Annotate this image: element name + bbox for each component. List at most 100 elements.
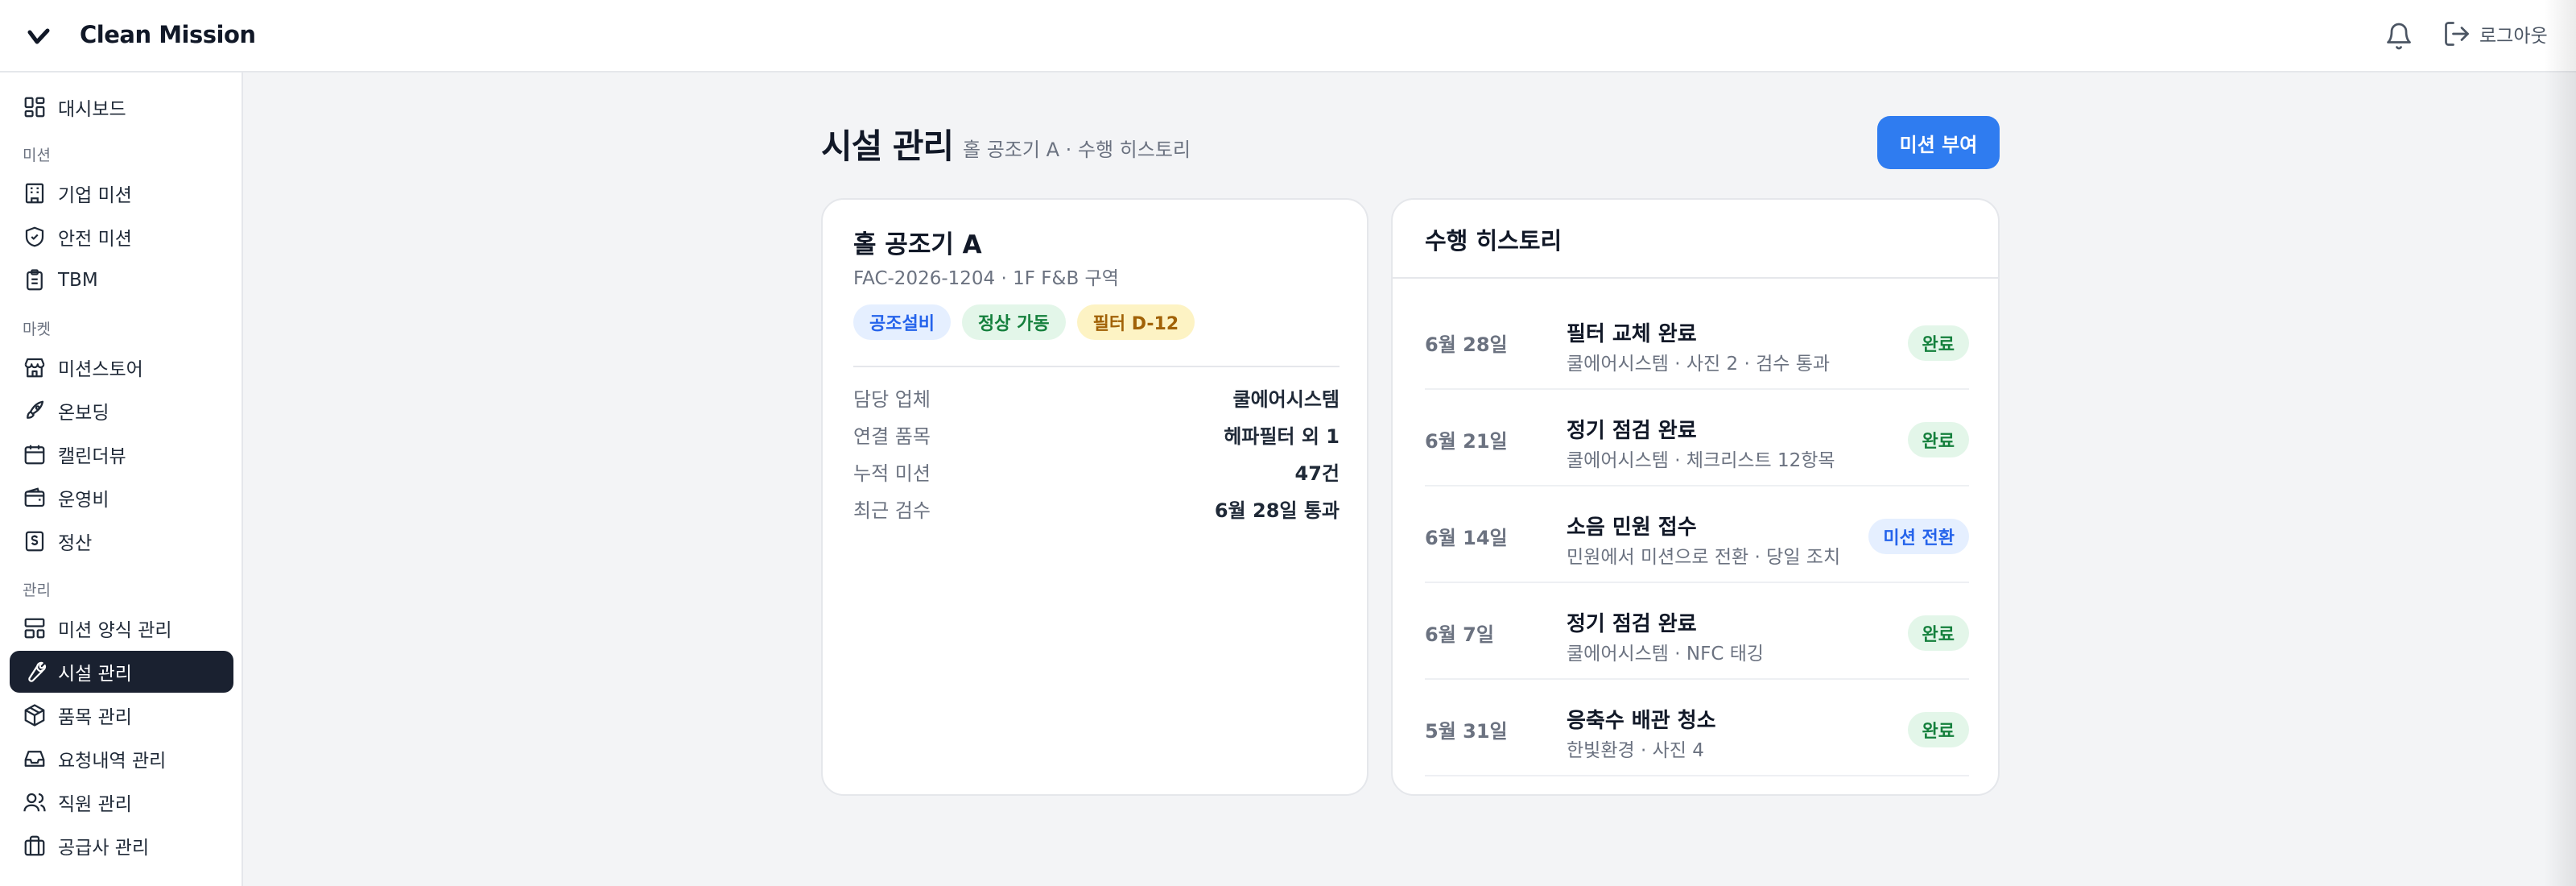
status-tag: 정상 가동 bbox=[961, 304, 1066, 340]
top-header: Clean Mission 로그아웃 bbox=[0, 0, 2576, 72]
sidebar-item-label: 직원 관리 bbox=[58, 794, 132, 815]
logout-button[interactable]: 로그아웃 bbox=[2442, 19, 2548, 48]
sidebar-item-dashboard[interactable]: 대시보드 bbox=[10, 86, 233, 128]
inbox-icon bbox=[24, 751, 45, 767]
sidebar-item-label: 품목 관리 bbox=[58, 707, 132, 728]
logout-label: 로그아웃 bbox=[2479, 26, 2548, 47]
sidebar-item-staff[interactable]: 직원 관리 bbox=[10, 781, 233, 823]
sidebar-item-mission-template[interactable]: 미션 양식 관리 bbox=[10, 607, 233, 649]
history-row[interactable]: 6월 28일 필터 교체 완료 쿨에어시스템 · 사진 2 · 검수 통과 완료 bbox=[1425, 293, 1969, 390]
history-detail: 쿨에어시스템 · 체크리스트 12항목 bbox=[1567, 450, 1835, 471]
sidebar-item-label: 미션 양식 관리 bbox=[58, 620, 172, 641]
sidebar-item-label: 요청내역 관리 bbox=[58, 751, 167, 772]
store-icon bbox=[24, 358, 45, 378]
info-value: 47건 bbox=[1294, 462, 1340, 485]
history-row[interactable]: 6월 7일 정기 점검 완료 쿨에어시스템 · NFC 태깅 완료 bbox=[1425, 583, 1969, 680]
sidebar-item-label: 시설 관리 bbox=[58, 664, 132, 685]
sidebar-item-label: 정산 bbox=[58, 533, 93, 554]
history-title: 정기 점검 완료 bbox=[1567, 419, 1697, 443]
users-icon bbox=[23, 793, 46, 812]
sidebar-item-onboarding[interactable]: 온보딩 bbox=[10, 390, 233, 432]
sidebar-item-facility[interactable]: 시설 관리 bbox=[10, 651, 233, 693]
clipboard-icon bbox=[27, 269, 43, 291]
logout-icon bbox=[2445, 22, 2469, 46]
sidebar-item-settlement[interactable]: 정산 bbox=[10, 520, 233, 562]
history-title: 정기 점검 완료 bbox=[1567, 612, 1697, 636]
info-key: 담당 업체 bbox=[853, 388, 931, 411]
history-date: 6월 28일 bbox=[1425, 333, 1508, 356]
calendar-icon bbox=[24, 445, 45, 465]
facility-code: FAC-2026-1204 · 1F F&B 구역 bbox=[853, 268, 1119, 289]
logo-icon[interactable] bbox=[27, 26, 50, 48]
sidebar-item-label: 대시보드 bbox=[58, 99, 126, 120]
info-key: 누적 미션 bbox=[853, 462, 931, 485]
sidebar-item-label: 기업 미션 bbox=[58, 185, 132, 206]
status-badge: 완료 bbox=[1907, 615, 1969, 651]
sidebar-item-mission-store[interactable]: 미션스토어 bbox=[10, 346, 233, 388]
sidebar-item-safety-mission[interactable]: 안전 미션 bbox=[10, 216, 233, 258]
sidebar-item-suppliers[interactable]: 공급사 관리 bbox=[10, 825, 233, 867]
sidebar-item-requests[interactable]: 요청내역 관리 bbox=[10, 738, 233, 780]
status-badge: 미션 전환 bbox=[1868, 519, 1969, 554]
dashboard-icon bbox=[24, 97, 45, 118]
brand-name[interactable]: Clean Mission bbox=[80, 21, 256, 48]
shield-check-icon bbox=[25, 226, 44, 247]
history-card: 수행 히스토리 6월 28일 필터 교체 완료 쿨에어시스템 · 사진 2 · … bbox=[1391, 198, 2000, 796]
scroll-edge-shadow bbox=[2544, 0, 2576, 886]
sidebar-item-label: 캘린더뷰 bbox=[58, 446, 126, 467]
info-row-vendor: 담당 업체 쿨에어시스템 bbox=[853, 383, 1340, 412]
history-date: 6월 14일 bbox=[1425, 527, 1508, 549]
wrench-icon bbox=[28, 661, 47, 682]
sidebar-section-label: 관리 bbox=[23, 582, 51, 599]
wallet-icon bbox=[24, 487, 45, 507]
sidebar-item-operating-cost[interactable]: 운영비 bbox=[10, 477, 233, 519]
history-title: 소음 민원 접수 bbox=[1567, 515, 1697, 540]
history-detail: 민원에서 미션으로 전환 · 당일 조치 bbox=[1567, 547, 1841, 568]
package-icon bbox=[24, 704, 45, 727]
history-row[interactable]: 6월 21일 정기 점검 완료 쿨에어시스템 · 체크리스트 12항목 완료 bbox=[1425, 390, 1969, 486]
history-title: 수행 히스토리 bbox=[1425, 227, 1563, 255]
facility-card: 홀 공조기 A FAC-2026-1204 · 1F F&B 구역 공조설비 정… bbox=[821, 198, 1368, 796]
assign-mission-button[interactable]: 미션 부여 bbox=[1877, 116, 2000, 169]
sidebar-item-corporate-mission[interactable]: 기업 미션 bbox=[10, 172, 233, 214]
building-icon bbox=[25, 183, 44, 204]
sidebar-item-label: 운영비 bbox=[58, 490, 109, 511]
history-row[interactable]: 5월 31일 응축수 배관 청소 한빛환경 · 사진 4 완료 bbox=[1425, 680, 1969, 776]
divider bbox=[853, 366, 1340, 367]
sidebar-item-label: 공급사 관리 bbox=[58, 838, 150, 859]
layout-icon bbox=[24, 618, 45, 639]
history-title: 필터 교체 완료 bbox=[1567, 322, 1697, 346]
filter-due-tag: 필터 D-12 bbox=[1076, 304, 1195, 340]
sidebar-section-label: 마켓 bbox=[23, 321, 51, 338]
info-value[interactable]: 헤파필터 외 1 bbox=[1224, 420, 1340, 449]
info-key: 연결 품목 bbox=[853, 425, 931, 448]
history-row[interactable]: 6월 14일 소음 민원 접수 민원에서 미션으로 전환 · 당일 조치 미션 … bbox=[1425, 486, 1969, 583]
history-title: 응축수 배관 청소 bbox=[1567, 709, 1716, 733]
history-detail: 쿨에어시스템 · 사진 2 · 검수 통과 bbox=[1567, 354, 1831, 375]
info-value[interactable]: 쿨에어시스템 bbox=[1233, 383, 1340, 412]
info-row-total-missions: 누적 미션 47건 bbox=[853, 457, 1340, 486]
page-subtitle: 홀 공조기 A · 수행 히스토리 bbox=[963, 139, 1191, 161]
history-detail: 한빛환경 · 사진 4 bbox=[1567, 740, 1704, 761]
sidebar-item-tbm[interactable]: TBM bbox=[10, 259, 233, 301]
sidebar-item-calendar-view[interactable]: 캘린더뷰 bbox=[10, 433, 233, 475]
sidebar-section-label: 미션 bbox=[23, 147, 51, 164]
info-value: 6월 28일 통과 bbox=[1214, 499, 1340, 522]
history-date: 6월 7일 bbox=[1425, 623, 1494, 646]
history-date: 5월 31일 bbox=[1425, 720, 1508, 743]
briefcase-icon bbox=[24, 835, 45, 856]
info-key: 최근 검수 bbox=[853, 499, 931, 522]
info-row-linked-items: 연결 품목 헤파필터 외 1 bbox=[853, 420, 1340, 449]
facility-name: 홀 공조기 A bbox=[853, 230, 982, 259]
status-badge: 완료 bbox=[1907, 712, 1969, 747]
status-badge: 완료 bbox=[1907, 422, 1969, 457]
history-detail: 쿨에어시스템 · NFC 태깅 bbox=[1567, 644, 1765, 664]
sidebar: 대시보드 미션 기업 미션 안전 미션 TBM 마켓 미션스토어 온보딩 캘린더… bbox=[0, 72, 243, 886]
facility-tags: 공조설비 정상 가동 필터 D-12 bbox=[853, 304, 1195, 340]
receipt-icon bbox=[25, 531, 44, 552]
bell-icon[interactable] bbox=[2384, 21, 2413, 52]
sidebar-item-items[interactable]: 품목 관리 bbox=[10, 694, 233, 736]
page-title: 시설 관리 bbox=[821, 126, 954, 166]
sidebar-item-label: 미션스토어 bbox=[58, 359, 143, 380]
info-row-last-inspection: 최근 검수 6월 28일 통과 bbox=[853, 495, 1340, 523]
